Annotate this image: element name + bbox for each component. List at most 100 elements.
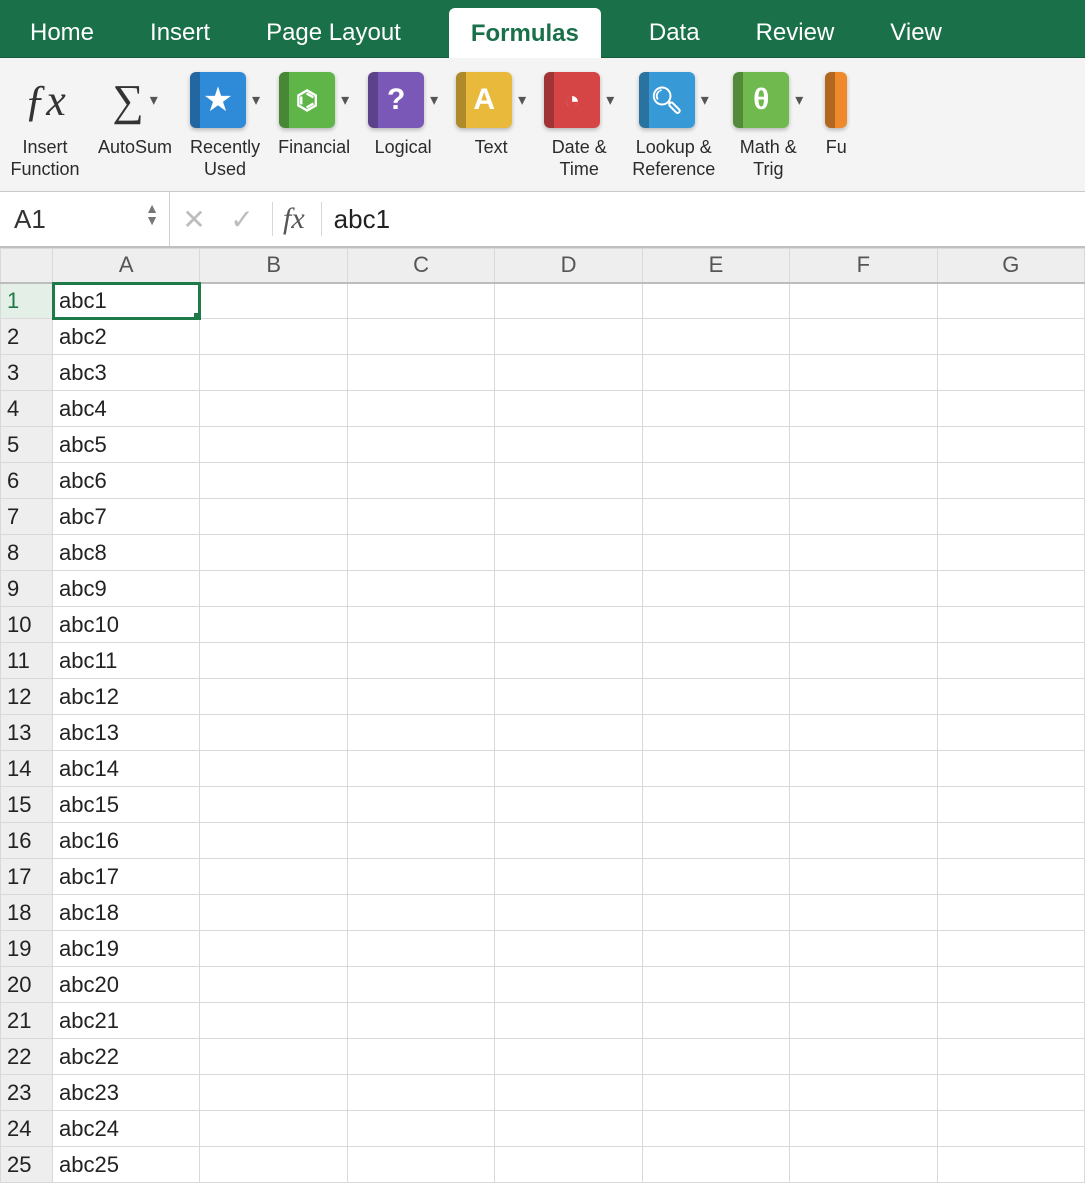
cell-A3[interactable]: abc3: [53, 355, 200, 391]
cell-D6[interactable]: [495, 463, 642, 499]
tab-formulas[interactable]: Formulas: [449, 8, 601, 58]
cell-D21[interactable]: [495, 1003, 642, 1039]
cell-E16[interactable]: [642, 823, 789, 859]
cell-A23[interactable]: abc23: [53, 1075, 200, 1111]
cell-F7[interactable]: [790, 499, 937, 535]
cell-D9[interactable]: [495, 571, 642, 607]
chevron-down-icon[interactable]: ▾: [150, 90, 158, 110]
cell-F20[interactable]: [790, 967, 937, 1003]
cell-B17[interactable]: [200, 859, 347, 895]
cell-C10[interactable]: [347, 607, 494, 643]
cell-F23[interactable]: [790, 1075, 937, 1111]
cell-G20[interactable]: [937, 967, 1084, 1003]
cell-C8[interactable]: [347, 535, 494, 571]
cell-F3[interactable]: [790, 355, 937, 391]
cell-F4[interactable]: [790, 391, 937, 427]
chevron-down-icon[interactable]: ▾: [430, 90, 438, 110]
cell-G18[interactable]: [937, 895, 1084, 931]
cell-A14[interactable]: abc14: [53, 751, 200, 787]
name-box-spinner[interactable]: ▲▼: [145, 202, 159, 226]
row-header-16[interactable]: 16: [1, 823, 53, 859]
cell-A4[interactable]: abc4: [53, 391, 200, 427]
cell-B7[interactable]: [200, 499, 347, 535]
column-header-F[interactable]: F: [790, 249, 937, 283]
cell-C15[interactable]: [347, 787, 494, 823]
cell-F13[interactable]: [790, 715, 937, 751]
cell-E23[interactable]: [642, 1075, 789, 1111]
cell-F24[interactable]: [790, 1111, 937, 1147]
row-header-10[interactable]: 10: [1, 607, 53, 643]
more-functions-button[interactable]: Fu: [821, 64, 851, 191]
cell-B6[interactable]: [200, 463, 347, 499]
cell-E1[interactable]: [642, 283, 789, 319]
row-header-19[interactable]: 19: [1, 931, 53, 967]
cell-G7[interactable]: [937, 499, 1084, 535]
tab-review[interactable]: Review: [748, 7, 843, 57]
cell-E19[interactable]: [642, 931, 789, 967]
spreadsheet-grid[interactable]: ABCDEFG 1abc12abc23abc34abc45abc56abc67a…: [0, 248, 1085, 1183]
cell-F5[interactable]: [790, 427, 937, 463]
cell-G12[interactable]: [937, 679, 1084, 715]
cell-A1[interactable]: abc1: [53, 283, 200, 319]
cell-D8[interactable]: [495, 535, 642, 571]
cell-A24[interactable]: abc24: [53, 1111, 200, 1147]
cell-B2[interactable]: [200, 319, 347, 355]
cell-G22[interactable]: [937, 1039, 1084, 1075]
cell-C25[interactable]: [347, 1147, 494, 1183]
cell-C21[interactable]: [347, 1003, 494, 1039]
cell-F10[interactable]: [790, 607, 937, 643]
cell-A19[interactable]: abc19: [53, 931, 200, 967]
formula-input[interactable]: abc1: [328, 204, 1085, 235]
cell-E10[interactable]: [642, 607, 789, 643]
row-header-6[interactable]: 6: [1, 463, 53, 499]
cell-D13[interactable]: [495, 715, 642, 751]
cell-F1[interactable]: [790, 283, 937, 319]
tab-data[interactable]: Data: [641, 7, 708, 57]
cell-E9[interactable]: [642, 571, 789, 607]
cell-A20[interactable]: abc20: [53, 967, 200, 1003]
tab-page-layout[interactable]: Page Layout: [258, 7, 409, 57]
cell-A7[interactable]: abc7: [53, 499, 200, 535]
cell-D2[interactable]: [495, 319, 642, 355]
cell-D11[interactable]: [495, 643, 642, 679]
row-header-17[interactable]: 17: [1, 859, 53, 895]
cell-E24[interactable]: [642, 1111, 789, 1147]
cell-G19[interactable]: [937, 931, 1084, 967]
cell-D3[interactable]: [495, 355, 642, 391]
cell-D14[interactable]: [495, 751, 642, 787]
row-header-15[interactable]: 15: [1, 787, 53, 823]
cell-G2[interactable]: [937, 319, 1084, 355]
cell-F11[interactable]: [790, 643, 937, 679]
row-header-25[interactable]: 25: [1, 1147, 53, 1183]
cell-F9[interactable]: [790, 571, 937, 607]
column-header-G[interactable]: G: [937, 249, 1084, 283]
cell-A21[interactable]: abc21: [53, 1003, 200, 1039]
cell-E13[interactable]: [642, 715, 789, 751]
cell-C13[interactable]: [347, 715, 494, 751]
row-header-7[interactable]: 7: [1, 499, 53, 535]
cell-B20[interactable]: [200, 967, 347, 1003]
cell-G3[interactable]: [937, 355, 1084, 391]
cell-B14[interactable]: [200, 751, 347, 787]
cell-E3[interactable]: [642, 355, 789, 391]
tab-view[interactable]: View: [882, 7, 950, 57]
row-header-5[interactable]: 5: [1, 427, 53, 463]
cell-C22[interactable]: [347, 1039, 494, 1075]
cell-C5[interactable]: [347, 427, 494, 463]
cell-A18[interactable]: abc18: [53, 895, 200, 931]
cell-G13[interactable]: [937, 715, 1084, 751]
cell-E4[interactable]: [642, 391, 789, 427]
cell-B22[interactable]: [200, 1039, 347, 1075]
row-header-8[interactable]: 8: [1, 535, 53, 571]
cell-E5[interactable]: [642, 427, 789, 463]
cell-B4[interactable]: [200, 391, 347, 427]
cell-F16[interactable]: [790, 823, 937, 859]
cell-G4[interactable]: [937, 391, 1084, 427]
tab-home[interactable]: Home: [22, 7, 102, 57]
cell-E22[interactable]: [642, 1039, 789, 1075]
cell-B13[interactable]: [200, 715, 347, 751]
cell-E14[interactable]: [642, 751, 789, 787]
cell-A11[interactable]: abc11: [53, 643, 200, 679]
cancel-button[interactable]: ✕: [170, 203, 218, 236]
cell-D16[interactable]: [495, 823, 642, 859]
